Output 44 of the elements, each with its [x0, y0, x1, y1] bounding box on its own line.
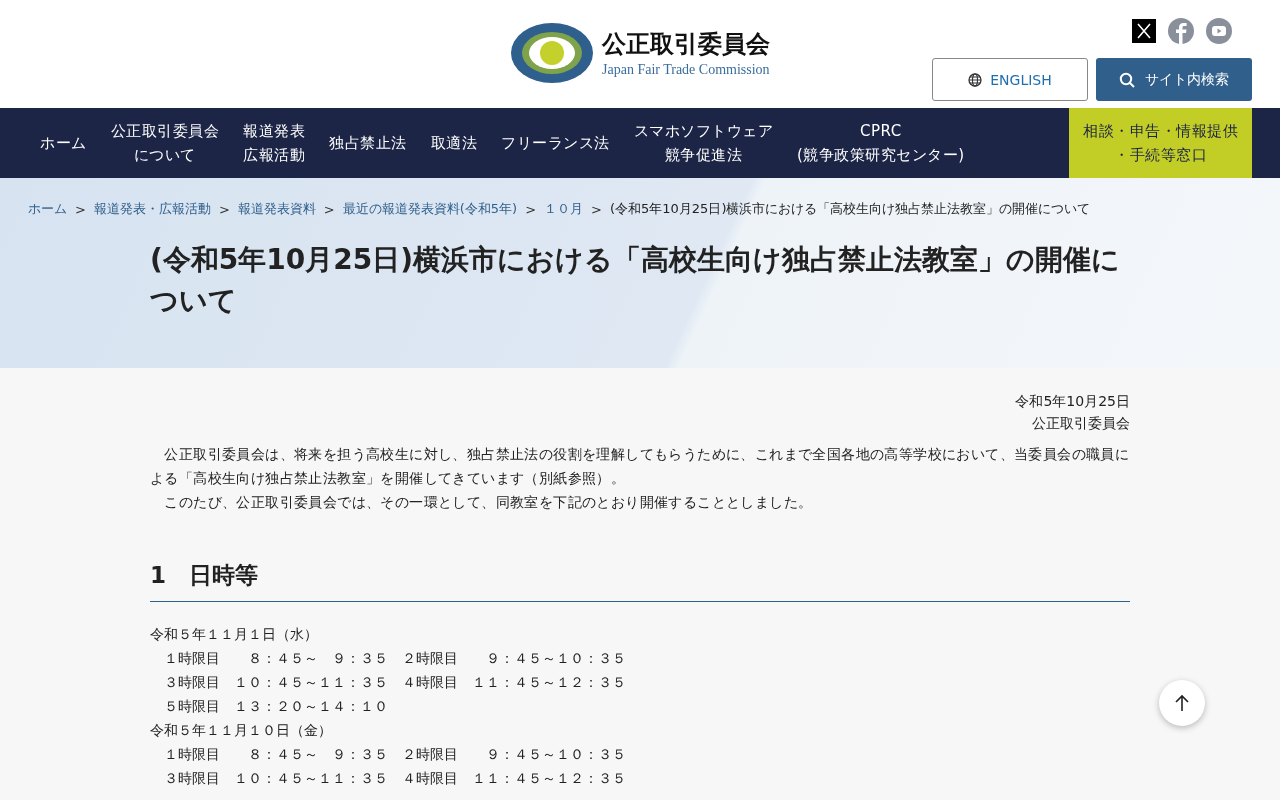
- breadcrumb-separator: >: [525, 201, 537, 217]
- breadcrumb-link[interactable]: 報道発表・広報活動: [93, 200, 211, 218]
- schedule-line: ５時限目 １３：２０～１４：１０: [163, 697, 389, 716]
- release-date: 令和5年10月25日: [1014, 392, 1130, 411]
- emblem-logo-icon: [510, 22, 594, 84]
- breadcrumb-link[interactable]: 最近の報道発表資料(令和5年): [342, 200, 518, 218]
- breadcrumb-current: (令和5年10月25日)横浜市における「高校生向け独占禁止法教室」の開催について: [609, 200, 1091, 218]
- section-heading: 1 日時等: [150, 560, 1130, 602]
- x-logo-icon[interactable]: [1132, 19, 1156, 43]
- nav-menu-item[interactable]: フリーランス法: [489, 108, 622, 178]
- breadcrumb-link[interactable]: 報道発表資料: [237, 200, 316, 218]
- breadcrumb-link[interactable]: ホーム: [28, 200, 67, 218]
- page-title: (令和5年10月25日)横浜市における「高校生向け独占禁止法教室」の開催について: [150, 242, 1121, 319]
- nav-menu-item[interactable]: 独占禁止法: [317, 108, 419, 178]
- facebook-icon[interactable]: [1168, 18, 1194, 44]
- breadcrumb-separator: >: [591, 201, 602, 217]
- breadcrumb-separator: >: [323, 201, 335, 217]
- nav-menu-item[interactable]: 取適法: [418, 108, 489, 178]
- search-icon: [1119, 71, 1135, 88]
- schedule-line: １時限目 ８：４５～ ９：３５ ２時限目 ９：４５～１０：３５: [163, 745, 627, 764]
- schedule-line: ３時限目 １０：４５～１１：３５ ４時限目 １１：４５～１２：３５: [163, 673, 627, 692]
- breadcrumb-separator: >: [75, 201, 86, 217]
- issuer-name: 公正取引委員会: [1031, 414, 1130, 433]
- nav-menu-item[interactable]: CPRC (競争政策研究センター): [785, 108, 977, 178]
- schedule-line: １時限目 ８：４５～ ９：３５ ２時限目 ９：４５～１０：３５: [163, 649, 627, 668]
- nav-menu-item[interactable]: 公正取引委員会 について: [98, 108, 231, 178]
- site-search-button[interactable]: サイト内検索: [1096, 58, 1252, 101]
- schedule-line: ３時限目 １０：４５～１１：３５ ４時限目 １１：４５～１２：３５: [163, 769, 627, 788]
- organization-name: 公正取引委員会: [602, 29, 770, 60]
- body-paragraph: 公正取引委員会は、将来を担う高校生に対し、独占禁止法の役割を理解してもらうために、これまで全国各地の高等学校において、当委員会の職員による「高校生向け独占禁止法教室」を開催してきています（別紙参照）。: [150, 445, 1130, 488]
- nav-menu-item[interactable]: ホーム: [28, 108, 99, 178]
- organization-name-english: Japan Fair Trade Commission: [602, 62, 770, 78]
- english-button[interactable]: ENGLISH: [932, 58, 1088, 101]
- schedule-line: 令和５年１１月１０日（金）: [150, 721, 333, 740]
- breadcrumb-link[interactable]: １０月: [544, 200, 584, 218]
- up-arrow-icon: [1174, 694, 1190, 712]
- schedule-line: 令和５年１１月１日（水）: [150, 625, 319, 644]
- breadcrumb-separator: >: [218, 201, 230, 217]
- globe-icon: [968, 72, 983, 87]
- body-paragraph: このたび、公正取引委員会では、その一環として、同教室を下記のとおり開催することとしました。: [163, 493, 814, 512]
- nav-menu-item[interactable]: 報道発表 広報活動: [231, 108, 317, 178]
- nav-menu-item[interactable]: スマホソフトウェア 競争促進法: [621, 108, 785, 178]
- back-to-top-button[interactable]: [1159, 680, 1205, 726]
- youtube-icon[interactable]: [1206, 18, 1232, 44]
